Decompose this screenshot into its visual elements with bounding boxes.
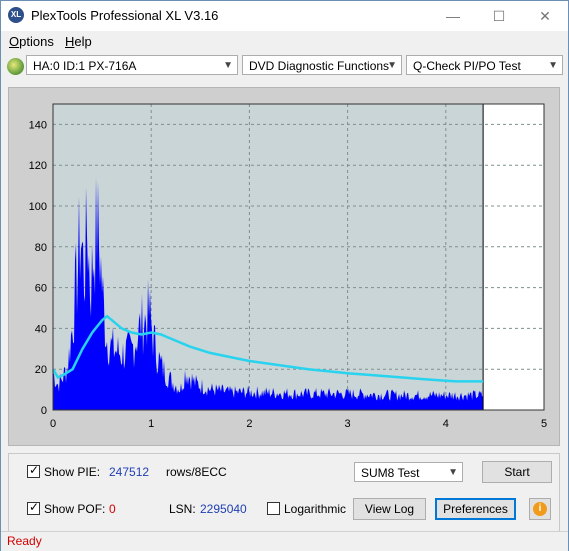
show-pof-checkbox[interactable]: ✓ xyxy=(27,500,40,515)
close-button[interactable]: ✕ xyxy=(522,1,568,31)
chevron-down-icon: ▼ xyxy=(387,60,397,71)
lsn-value: 2295040 xyxy=(200,502,247,516)
x-tick-label: 2 xyxy=(246,418,252,430)
x-tick-label: 4 xyxy=(443,418,449,430)
status-text: Ready xyxy=(7,534,42,548)
x-tick-label: 1 xyxy=(148,418,154,430)
y-tick-label: 120 xyxy=(29,160,47,172)
x-tick-label: 3 xyxy=(345,418,351,430)
menu-options[interactable]: Options xyxy=(9,34,54,49)
info-button[interactable]: i xyxy=(529,498,551,520)
controls-panel: ✓ Show PIE: 247512 rows/8ECC SUM8 Test ▼ … xyxy=(8,453,560,532)
pie-unit: rows/8ECC xyxy=(166,465,227,479)
function-select[interactable]: DVD Diagnostic Functions ▼ xyxy=(242,55,402,75)
y-tick-label: 100 xyxy=(29,201,47,213)
chevron-down-icon: ▼ xyxy=(223,60,233,71)
pof-value: 0 xyxy=(109,502,116,516)
chart-panel: 0 20 40 60 80 100 120 140 0 1 2 3 4 5 xyxy=(8,87,560,446)
minimize-button[interactable]: — xyxy=(430,1,476,31)
y-tick-label: 60 xyxy=(35,283,47,295)
chevron-down-icon: ▼ xyxy=(548,60,558,71)
title-bar: XL PlexTools Professional XL V3.16 — ☐ ✕ xyxy=(1,1,568,31)
status-bar: Ready xyxy=(1,531,568,551)
test-select[interactable]: Q-Check PI/PO Test ▼ xyxy=(406,55,563,75)
logarithmic-checkbox[interactable] xyxy=(267,502,280,515)
test-mode-select[interactable]: SUM8 Test ▼ xyxy=(354,462,463,482)
start-button[interactable]: Start xyxy=(482,461,552,483)
chevron-down-icon: ▼ xyxy=(448,467,458,478)
unscanned-area xyxy=(483,104,544,410)
show-pie-checkbox[interactable]: ✓ xyxy=(27,463,40,478)
preferences-button[interactable]: Preferences xyxy=(435,498,516,520)
show-pie-label: Show PIE: xyxy=(44,465,101,479)
pi-po-chart: 0 20 40 60 80 100 120 140 0 1 2 3 4 5 xyxy=(29,103,547,430)
y-tick-label: 80 xyxy=(35,242,47,254)
menu-help[interactable]: Help xyxy=(65,34,92,49)
show-pof-label: Show POF: xyxy=(44,502,106,516)
lsn-label: LSN: xyxy=(169,502,196,516)
plextools-logo-icon: XL xyxy=(8,7,24,23)
window-title: PlexTools Professional XL V3.16 xyxy=(31,8,219,23)
y-tick-label: 20 xyxy=(35,364,47,376)
x-tick-label: 5 xyxy=(541,418,547,430)
y-tick-label: 0 xyxy=(41,405,47,417)
toolbar: HA:0 ID:1 PX-716A ▼ DVD Diagnostic Functi… xyxy=(1,52,568,80)
y-tick-label: 40 xyxy=(35,323,47,335)
pie-value: 247512 xyxy=(109,465,150,479)
drive-select[interactable]: HA:0 ID:1 PX-716A ▼ xyxy=(26,55,238,75)
menu-bar: Options Help xyxy=(1,31,568,52)
app-window: XL PlexTools Professional XL V3.16 — ☐ ✕… xyxy=(0,0,569,551)
logarithmic-label: Logarithmic xyxy=(284,502,347,516)
view-log-button[interactable]: View Log xyxy=(353,498,426,520)
x-tick-label: 0 xyxy=(50,418,56,430)
y-tick-label: 140 xyxy=(29,119,47,131)
disc-drive-icon xyxy=(7,58,24,75)
maximize-button[interactable]: ☐ xyxy=(476,1,522,31)
info-icon: i xyxy=(533,502,547,516)
